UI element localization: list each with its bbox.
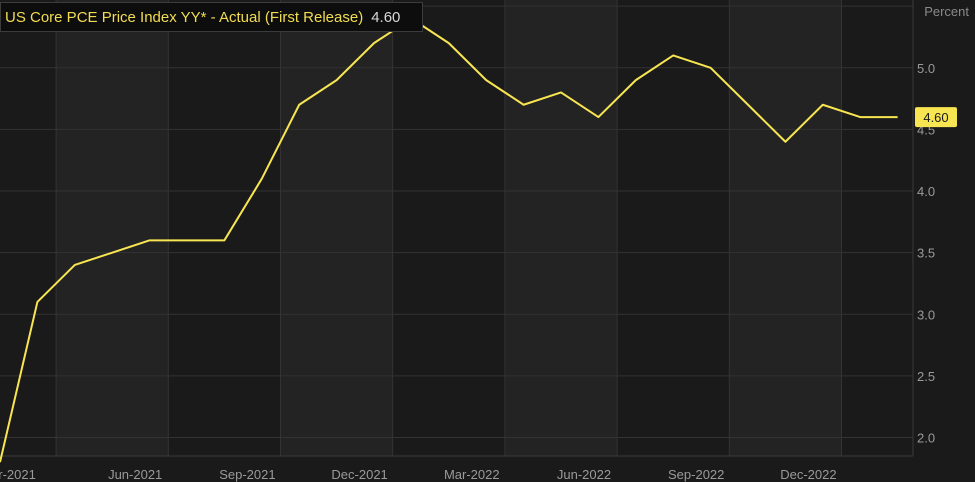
legend-series-name: US Core PCE Price Index YY* - Actual (Fi… bbox=[5, 8, 364, 26]
chart-root: 2.02.53.03.54.04.55.0Mar-2021Jun-2021Sep… bbox=[0, 0, 975, 482]
y-tick-label: 2.0 bbox=[917, 431, 935, 446]
legend-box[interactable]: US Core PCE Price Index YY* - Actual (Fi… bbox=[0, 2, 424, 32]
x-tick-label: Mar-2021 bbox=[0, 467, 36, 482]
y-tick-label: 3.0 bbox=[917, 307, 935, 322]
plot-band bbox=[729, 0, 842, 456]
y-tick-label: 3.5 bbox=[917, 246, 935, 261]
chart-plot: 2.02.53.03.54.04.55.0Mar-2021Jun-2021Sep… bbox=[0, 0, 975, 482]
last-value-badge-label: 4.60 bbox=[923, 110, 948, 125]
x-tick-label: Jun-2021 bbox=[108, 467, 162, 482]
plot-band bbox=[504, 0, 618, 456]
y-tick-label: 4.0 bbox=[917, 184, 935, 199]
x-tick-label: Sep-2022 bbox=[668, 467, 724, 482]
legend-latest-value: 4.60 bbox=[371, 8, 401, 26]
x-tick-label: Dec-2021 bbox=[331, 467, 387, 482]
x-tick-label: Sep-2021 bbox=[219, 467, 275, 482]
y-tick-label: 5.0 bbox=[917, 61, 935, 76]
plot-band bbox=[280, 0, 393, 456]
plot-band bbox=[56, 0, 169, 456]
x-tick-label: Mar-2022 bbox=[444, 467, 500, 482]
x-tick-label: Dec-2022 bbox=[780, 467, 836, 482]
x-tick-label: Jun-2022 bbox=[557, 467, 611, 482]
y-tick-label: 2.5 bbox=[917, 369, 935, 384]
y-axis-unit-label: Percent bbox=[924, 4, 969, 19]
